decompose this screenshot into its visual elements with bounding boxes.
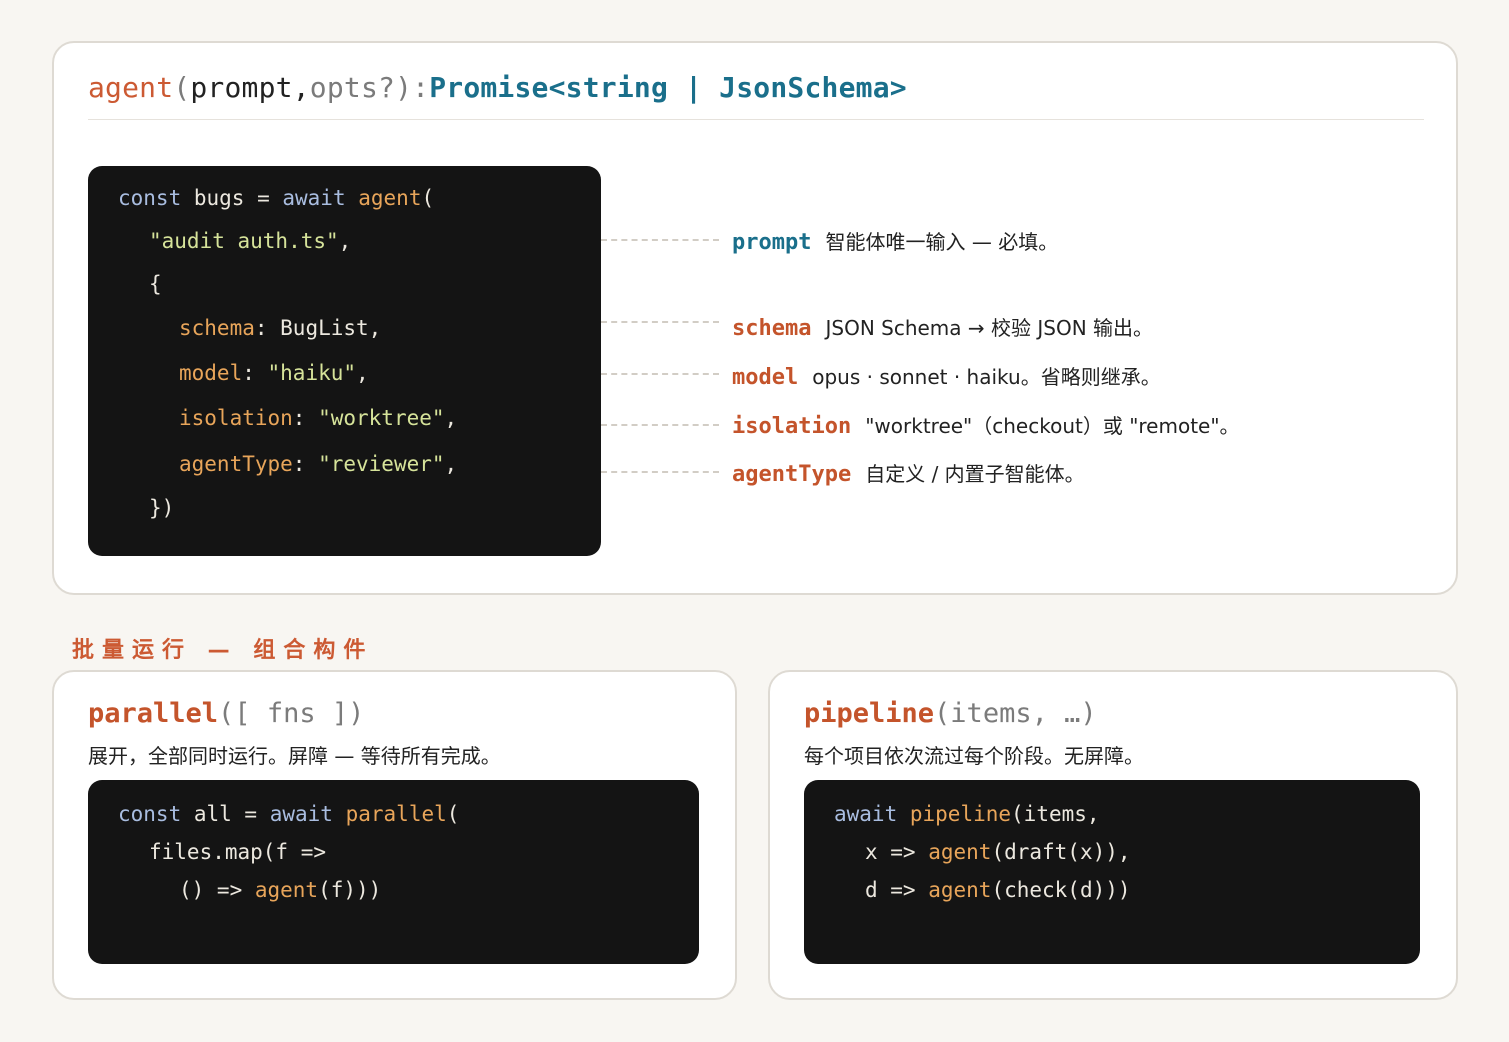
signature-heading: agent(prompt,opts?):Promise<string | Jso… xyxy=(88,71,907,104)
code-line-7: agentType: "reviewer", xyxy=(179,452,458,476)
annotation-desc: opus · sonnet · haiku。省略则继承。 xyxy=(812,365,1161,389)
leader-isolation xyxy=(601,424,719,426)
code-line-5: model: "haiku", xyxy=(179,361,369,385)
parallel-code-block: const all = await parallel( files.map(f … xyxy=(88,780,699,964)
parallel-title: parallel([ fns ]) xyxy=(88,698,364,729)
signature-comma: , xyxy=(292,71,310,104)
annotation-model: model opus · sonnet · haiku。省略则继承。 xyxy=(732,361,1161,390)
annotation-prompt: prompt 智能体唯一输入 — 必填。 xyxy=(732,226,1058,255)
leader-prompt xyxy=(601,239,719,241)
parallel-title-fn: parallel xyxy=(88,698,219,729)
leader-schema xyxy=(601,321,719,323)
signature-param-prompt: prompt xyxy=(190,71,293,104)
signature-param-opts: opts? xyxy=(309,71,396,104)
agent-signature-card: agent(prompt,opts?):Promise<string | Jso… xyxy=(52,41,1458,595)
pipeline-title: pipeline(items, …) xyxy=(804,698,1097,729)
code-line-3: () => agent(f))) xyxy=(179,878,382,902)
code-line-3: d => agent(check(d))) xyxy=(865,878,1131,902)
annotation-isolation: isolation "worktree"（checkout）或 "remote"… xyxy=(732,410,1240,439)
code-line-2: "audit auth.ts", xyxy=(149,229,352,253)
pipeline-desc: 每个项目依次流过每个阶段。无屏障。 xyxy=(804,744,1144,768)
code-line-4: schema: BugList, xyxy=(179,316,382,340)
signature-close: ): xyxy=(395,71,430,104)
code-line-1: await pipeline(items, xyxy=(834,802,1100,826)
annotation-key: model xyxy=(732,365,799,390)
header-divider xyxy=(88,119,1424,120)
annotation-key: agentType xyxy=(732,462,852,487)
annotation-key: prompt xyxy=(732,230,812,255)
annotation-schema: schema JSON Schema → 校验 JSON 输出。 xyxy=(732,312,1153,341)
annotation-agenttype: agentType 自定义 / 内置子智能体。 xyxy=(732,458,1085,487)
pipeline-card: pipeline(items, …) 每个项目依次流过每个阶段。无屏障。 awa… xyxy=(768,670,1458,1000)
pipeline-title-fn: pipeline xyxy=(804,698,935,729)
code-line-2: x => agent(draft(x)), xyxy=(865,840,1131,864)
agent-code-block: const bugs = await agent( "audit auth.ts… xyxy=(88,166,601,556)
code-line-6: isolation: "worktree", xyxy=(179,406,458,430)
leader-agenttype xyxy=(601,471,719,473)
parallel-title-args: ([ fns ]) xyxy=(218,698,365,729)
code-line-1: const bugs = await agent( xyxy=(118,186,435,210)
code-line-1: const all = await parallel( xyxy=(118,802,460,826)
pipeline-code-block: await pipeline(items, x => agent(draft(x… xyxy=(804,780,1420,964)
parallel-desc: 展开，全部同时运行。屏障 — 等待所有完成。 xyxy=(88,744,501,768)
annotation-desc: "worktree"（checkout）或 "remote"。 xyxy=(865,414,1240,438)
annotation-desc: 智能体唯一输入 — 必填。 xyxy=(825,230,1059,254)
pipeline-title-args: (items, …) xyxy=(934,698,1097,729)
annotation-desc: JSON Schema → 校验 JSON 输出。 xyxy=(825,316,1154,340)
parallel-card: parallel([ fns ]) 展开，全部同时运行。屏障 — 等待所有完成。… xyxy=(52,670,737,1000)
annotation-key: isolation xyxy=(732,414,852,439)
signature-return-type: Promise<string | JsonSchema> xyxy=(429,71,907,104)
signature-fn-name: agent xyxy=(88,71,174,104)
annotation-desc: 自定义 / 内置子智能体。 xyxy=(865,462,1085,486)
annotation-key: schema xyxy=(732,316,812,341)
code-line-8: }) xyxy=(149,496,175,520)
leader-model xyxy=(601,373,719,375)
section-label: 批量运行 — 组合构件 xyxy=(72,638,374,663)
signature-paren: ( xyxy=(173,71,191,104)
code-line-3: { xyxy=(149,272,162,296)
code-line-2: files.map(f => xyxy=(149,840,327,864)
